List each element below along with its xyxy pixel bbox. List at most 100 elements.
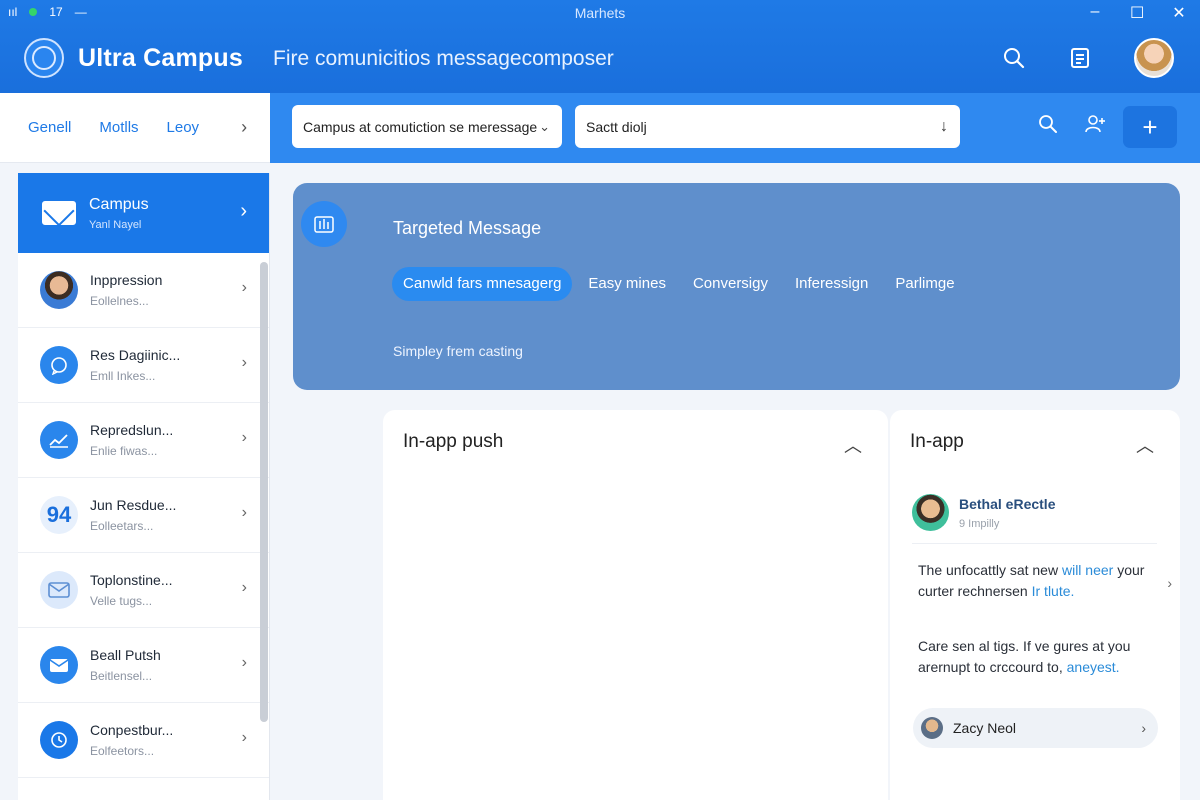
brand-name: Ultra Campus [78,43,243,72]
sidebar-scrollbar[interactable] [260,262,268,722]
search-input[interactable]: Sactt diolj ↓ [575,105,960,148]
campaign-select-value: Campus at comutiction se meressage [303,118,538,135]
tab-easy-mines[interactable]: Easy mines [577,267,677,301]
avatar [921,717,943,739]
chevron-right-icon: › [241,504,247,521]
avatar [912,494,949,531]
message-link[interactable]: will neer [1062,562,1113,578]
mail-icon [42,201,76,225]
sidebar-item-subtitle: Yanl Nayel [89,218,142,231]
tab-inferessign[interactable]: Inferessign [784,267,879,301]
list-item[interactable]: Toplonstine... Velle tugs... › [18,553,269,628]
chevron-right-icon: › [241,429,247,446]
message-type-tabs: Canwld fars mnesagerg Easy mines Convers… [392,267,971,301]
tab-conversigy[interactable]: Conversigy [682,267,779,301]
chat-icon [40,346,78,384]
card-note: Simpley frem casting [393,343,523,359]
card-title: Targeted Message [393,218,542,238]
targeted-message-card: Targeted Message Canwld fars mnesagerg E… [293,183,1180,390]
sidebar: Campus Yanl Nayel › Inppression Eollelne… [18,173,270,800]
add-user-icon[interactable] [1082,114,1108,140]
tab-motlls[interactable]: Motlls [99,119,138,136]
sender-name: Bethal eRectle [959,495,1056,512]
campus-logo-icon [24,38,64,78]
sender-meta: 9 Impilly [959,517,1000,530]
message-paragraph[interactable]: The unfocattly sat new will neer your cu… [918,560,1172,602]
message-sender[interactable]: Bethal eRectle 9 Impilly [912,494,1055,531]
document-icon[interactable] [1068,46,1092,70]
window-titlebar: ııl 17 — Marhets – ☐ ✕ [0,0,1200,26]
list-item[interactable]: 94 Jun Resdue... Eolleetars... › [18,478,269,553]
list-item-title: Inppression [90,272,163,288]
user-avatar[interactable] [1134,38,1174,78]
chevron-right-icon: › [240,200,247,222]
tab-campaign-messaging[interactable]: Canwld fars mnesagerg [392,267,573,301]
list-item-subtitle: Eolfeetors... [90,744,155,758]
main-toolbar: Campus at comutiction se meressage ⌄ Sac… [270,93,1200,163]
message-link[interactable]: aneyest. [1067,659,1120,675]
list-item-title: Repredslun... [90,422,174,438]
list-item-title: Jun Resdue... [90,497,177,513]
page-title: Fire comunicitios messagecomposer [273,47,614,70]
mail-outline-icon [40,571,78,609]
chevron-right-icon: › [241,729,247,746]
tab-leoy[interactable]: Leoy [167,119,200,136]
search-icon[interactable] [1002,46,1026,70]
window-title: Marhets [574,5,626,21]
chevron-down-icon: ⌄ [539,118,550,134]
list-item[interactable]: Beall Putsh Beitlensel... › [18,628,269,703]
panel-title: In-app [910,431,964,452]
list-item[interactable]: Conpestbur... Eolfeetors... › [18,703,269,778]
chevron-right-icon[interactable]: › [241,117,247,138]
chevron-right-icon: › [241,654,247,671]
in-app-push-panel: In-app push ︿ [383,410,888,800]
search-icon[interactable] [1035,114,1061,140]
tab-parlimge[interactable]: Parlimge [884,267,965,301]
list-item[interactable]: Inppression Eollelnes... › [18,253,269,328]
person-avatar-icon [40,271,78,309]
list-item-subtitle: Emll Inkes... [90,369,156,383]
list-item-title: Conpestbur... [90,722,174,738]
list-item-subtitle: Eollelnes... [90,294,149,308]
sidebar-item-title: Campus [89,195,149,213]
arrow-down-icon[interactable]: ↓ [940,118,948,136]
list-item-title: Res Dagiinic... [90,347,181,363]
sidebar-item-campus[interactable]: Campus Yanl Nayel › [18,173,269,253]
list-item-title: Toplonstine... [90,572,173,588]
contact-name: Zacy Neol [953,720,1017,736]
campaign-select[interactable]: Campus at comutiction se meressage ⌄ [292,105,562,148]
contact-chip[interactable]: Zacy Neol › [913,708,1158,748]
list-item-subtitle: Velle tugs... [90,594,153,608]
message-link[interactable]: Ir tlute. [1032,583,1075,599]
panel-title: In-app push [403,431,504,452]
app-header: ııl 17 — Marhets – ☐ ✕ Ultra Campus Fire… [0,0,1200,93]
building-icon [301,201,347,247]
minimize-button[interactable]: – [1088,3,1102,23]
list-item-title: Beall Putsh [90,647,161,663]
number-badge: 94 [40,496,78,534]
brand[interactable]: Ultra Campus [24,38,243,78]
message-paragraph: Care sen al tigs. If ve gures at you are… [918,638,1131,675]
list-item[interactable]: Res Dagiinic... Emll Inkes... › [18,328,269,403]
chevron-up-icon[interactable]: ︿ [1136,432,1154,458]
list-item[interactable]: Repredslun... Enlie fiwas... › [18,403,269,478]
chevron-right-icon: › [241,354,247,371]
chevron-right-icon: › [1167,575,1172,591]
add-button[interactable]: + [1123,106,1177,148]
chevron-right-icon: › [1141,720,1146,736]
list-item-subtitle: Eolleetars... [90,519,154,533]
in-app-panel: In-app ︿ Bethal eRectle 9 Impilly The un… [890,410,1180,800]
close-button[interactable]: ✕ [1172,3,1186,23]
chevron-right-icon: › [241,279,247,296]
header-actions [1002,38,1174,78]
window-controls: – ☐ ✕ [1088,3,1186,23]
maximize-button[interactable]: ☐ [1130,3,1144,23]
search-input-value: Sactt diolj [586,118,647,135]
chevron-up-icon[interactable]: ︿ [844,432,862,458]
mail-icon [40,646,78,684]
sidebar-list: Inppression Eollelnes... › Res Dagiinic.… [18,253,269,778]
list-item-subtitle: Beitlensel... [90,669,153,683]
refresh-icon [40,721,78,759]
tab-general[interactable]: Genell [28,119,71,136]
list-item-subtitle: Enlie fiwas... [90,444,158,458]
